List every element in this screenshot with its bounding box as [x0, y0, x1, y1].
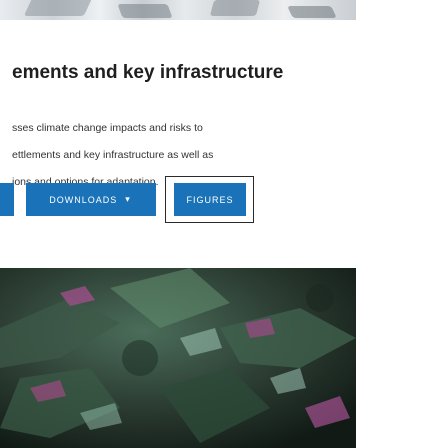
- header-banner-image: [0, 0, 356, 20]
- description-line: ettlements and key infrastructure as wel…: [12, 149, 214, 161]
- hero-image: [0, 268, 356, 448]
- downloads-label: DOWNLOADS: [49, 194, 118, 205]
- figures-focus-outline: [165, 176, 254, 223]
- downloads-button[interactable]: DOWNLOADS ▾: [26, 183, 156, 216]
- partial-button[interactable]: [0, 183, 14, 216]
- page-title: ements and key infrastructure: [12, 62, 284, 83]
- description-line: sses climate change impacts and risks to: [12, 122, 203, 134]
- chevron-down-icon: ▾: [125, 194, 131, 204]
